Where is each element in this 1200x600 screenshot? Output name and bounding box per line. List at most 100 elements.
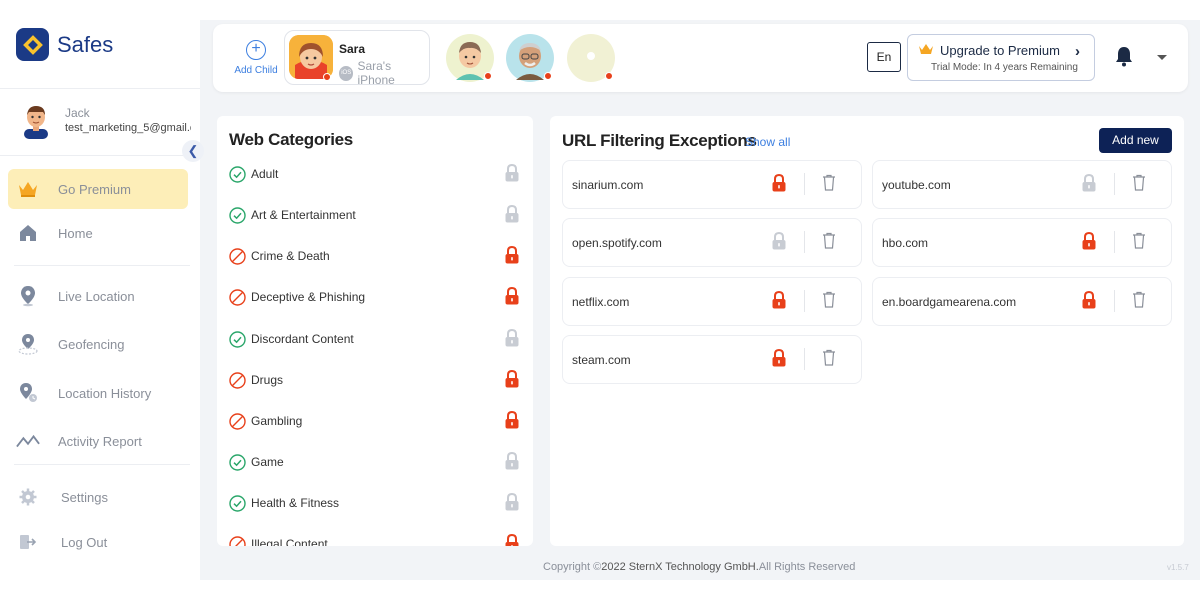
show-all-link[interactable]: Show all bbox=[745, 135, 790, 149]
add-new-button[interactable]: Add new bbox=[1099, 128, 1172, 153]
url-exception-card: steam.com bbox=[562, 335, 862, 384]
child-selector-bar: + Add Child Sara iOS Sara's iPhone En Up… bbox=[213, 24, 1188, 92]
lock-icon[interactable] bbox=[504, 410, 520, 434]
divider bbox=[804, 231, 805, 253]
child-avatar-boy[interactable] bbox=[446, 34, 494, 82]
sidebar-item-go-premium[interactable]: Go Premium bbox=[8, 169, 188, 209]
sidebar-item-settings[interactable]: Settings bbox=[8, 477, 188, 517]
unlock-icon[interactable] bbox=[504, 451, 520, 475]
lock-icon[interactable] bbox=[771, 348, 787, 372]
lock-icon[interactable] bbox=[504, 286, 520, 310]
activity-chart-icon bbox=[16, 429, 40, 453]
category-row[interactable]: Drugs bbox=[229, 368, 524, 392]
trash-icon[interactable] bbox=[822, 232, 836, 254]
sidebar-item-log-out[interactable]: Log Out bbox=[8, 522, 188, 562]
url-exception-card: hbo.com bbox=[872, 218, 1172, 267]
web-categories-title: Web Categories bbox=[229, 130, 353, 149]
unlock-icon[interactable] bbox=[771, 231, 787, 255]
lock-icon[interactable] bbox=[1081, 231, 1097, 255]
lock-icon[interactable] bbox=[504, 533, 520, 546]
trash-icon[interactable] bbox=[1132, 232, 1146, 254]
user-profile[interactable]: Jack test_marketing_5@gmail.c bbox=[0, 88, 200, 156]
profile-name: Jack bbox=[65, 106, 90, 120]
sidebar-item-label: Geofencing bbox=[58, 336, 125, 352]
avatar bbox=[20, 103, 52, 139]
sidebar-item-activity-report[interactable]: Activity Report bbox=[8, 421, 188, 461]
category-row[interactable]: Discordant Content bbox=[229, 327, 524, 351]
chevron-right-icon: › bbox=[1075, 43, 1080, 60]
category-row[interactable]: Crime & Death bbox=[229, 244, 524, 268]
trash-icon[interactable] bbox=[822, 291, 836, 313]
lock-icon[interactable] bbox=[504, 245, 520, 269]
category-row[interactable]: Deceptive & Phishing bbox=[229, 285, 524, 309]
category-name: Adult bbox=[251, 167, 279, 181]
blocked-icon bbox=[229, 412, 246, 430]
add-child-label: Add Child bbox=[234, 65, 278, 76]
safes-logo-icon bbox=[16, 28, 49, 61]
url-exception-card: youtube.com bbox=[872, 160, 1172, 209]
sidebar-item-label: Location History bbox=[58, 385, 152, 401]
status-dot bbox=[605, 72, 613, 80]
trash-icon[interactable] bbox=[1132, 174, 1146, 196]
child-device: iOS Sara's iPhone bbox=[339, 59, 429, 87]
category-row[interactable]: Art & Entertainment bbox=[229, 203, 524, 227]
category-row[interactable]: Illegal Content bbox=[229, 532, 524, 546]
lock-icon[interactable] bbox=[1081, 290, 1097, 314]
blocked-icon bbox=[229, 247, 246, 265]
unlock-icon[interactable] bbox=[504, 163, 520, 187]
ios-badge-icon: iOS bbox=[339, 65, 354, 81]
unlock-icon[interactable] bbox=[504, 492, 520, 516]
category-row[interactable]: Adult bbox=[229, 162, 524, 186]
status-dot bbox=[544, 72, 552, 80]
sidebar-item-location-history[interactable]: Location History bbox=[8, 373, 188, 413]
trash-icon[interactable] bbox=[1132, 291, 1146, 313]
category-name: Crime & Death bbox=[251, 249, 330, 263]
app-logo[interactable]: Safes bbox=[16, 28, 113, 61]
home-icon bbox=[16, 221, 40, 245]
sidebar-item-geofencing[interactable]: Geofencing bbox=[8, 324, 188, 364]
child-avatar-placeholder[interactable] bbox=[567, 34, 615, 82]
category-row[interactable]: Game bbox=[229, 450, 524, 474]
sidebar-item-label: Log Out bbox=[61, 534, 108, 550]
trash-icon[interactable] bbox=[822, 174, 836, 196]
add-child-button[interactable]: + Add Child bbox=[231, 40, 281, 76]
category-name: Gambling bbox=[251, 414, 303, 428]
unlock-icon[interactable] bbox=[1081, 173, 1097, 197]
collapse-sidebar-button[interactable]: ❮ bbox=[182, 140, 204, 162]
lock-icon[interactable] bbox=[771, 290, 787, 314]
notification-bell-icon[interactable] bbox=[1114, 45, 1134, 72]
upgrade-premium-button[interactable]: Upgrade to Premium Trial Mode: In 4 year… bbox=[907, 34, 1095, 81]
sidebar-item-label: Settings bbox=[61, 489, 108, 505]
allowed-check-icon bbox=[229, 453, 246, 471]
gear-icon bbox=[16, 485, 40, 509]
copyright-company: 2022 SternX Technology GmbH. bbox=[601, 561, 759, 573]
lock-icon[interactable] bbox=[504, 369, 520, 393]
url-filtering-panel: URL Filtering Exceptions Show all Add ne… bbox=[550, 116, 1184, 546]
trash-icon[interactable] bbox=[822, 349, 836, 371]
language-selector[interactable]: En bbox=[867, 42, 901, 72]
copyright-suffix: All Rights Reserved bbox=[758, 561, 856, 573]
crown-icon bbox=[918, 43, 934, 58]
sidebar-item-home[interactable]: Home bbox=[8, 213, 188, 253]
child-avatar-grandpa[interactable] bbox=[506, 34, 554, 82]
category-row[interactable]: Health & Fitness bbox=[229, 491, 524, 515]
url-filtering-title: URL Filtering Exceptions bbox=[562, 131, 757, 150]
unlock-icon[interactable] bbox=[504, 204, 520, 228]
app-name: Safes bbox=[57, 31, 114, 57]
lock-icon[interactable] bbox=[771, 173, 787, 197]
sidebar-item-live-location[interactable]: Live Location bbox=[8, 276, 188, 316]
url-text: en.boardgamearena.com bbox=[882, 295, 1017, 309]
url-text: sinarium.com bbox=[572, 178, 644, 192]
category-name: Art & Entertainment bbox=[251, 208, 356, 222]
account-menu-caret-icon[interactable] bbox=[1157, 55, 1167, 60]
profile-email: test_marketing_5@gmail.c bbox=[65, 122, 191, 134]
category-name: Illegal Content bbox=[251, 537, 328, 546]
allowed-check-icon bbox=[229, 330, 246, 348]
child-name: Sara bbox=[339, 42, 366, 56]
allowed-check-icon bbox=[229, 206, 246, 224]
selected-child-card[interactable]: Sara iOS Sara's iPhone bbox=[284, 30, 430, 87]
child-device-name: Sara's iPhone bbox=[357, 59, 395, 87]
category-row[interactable]: Gambling bbox=[229, 409, 524, 433]
unlock-icon[interactable] bbox=[504, 328, 520, 352]
category-name: Discordant Content bbox=[251, 332, 354, 346]
